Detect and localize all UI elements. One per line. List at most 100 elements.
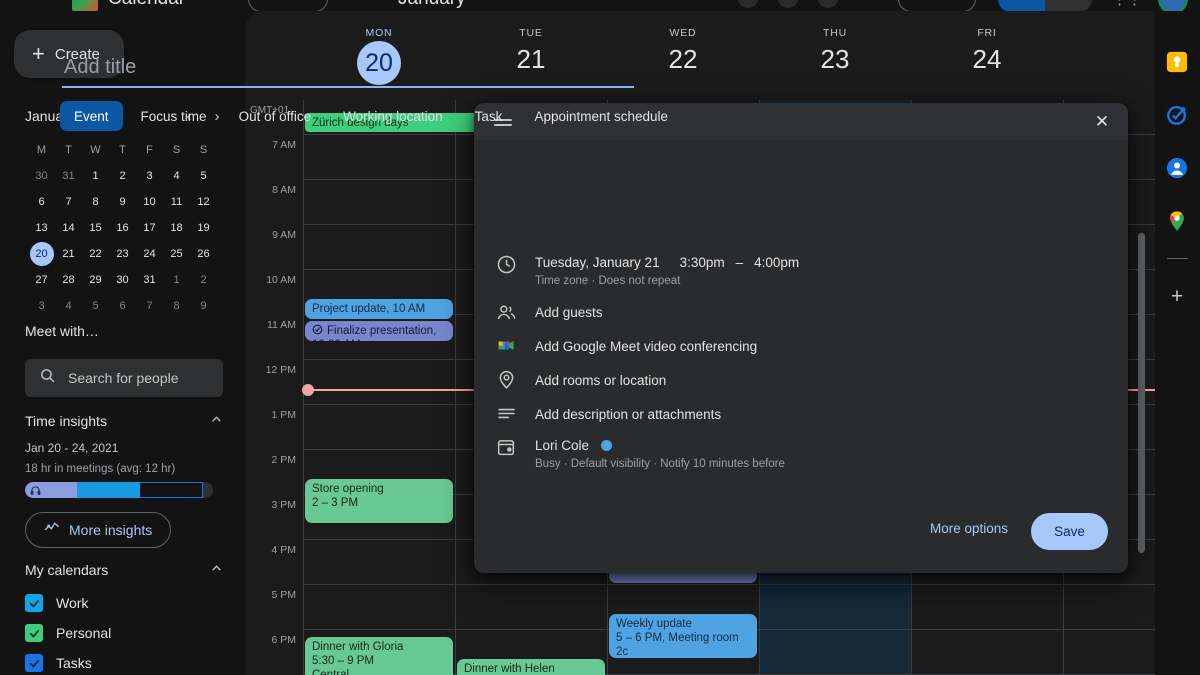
- mini-cal-day-18[interactable]: 18: [163, 215, 190, 241]
- mini-cal-day-23[interactable]: 23: [109, 241, 136, 267]
- calendar-event[interactable]: Finalize presentation, 10:30 AM: [305, 321, 453, 341]
- calendar-color-dot[interactable]: [600, 440, 612, 451]
- calendar-event[interactable]: Dinner with Gloria 5:30 – 9 PM Central: [305, 637, 453, 675]
- mini-cal-day-17[interactable]: 17: [136, 215, 163, 241]
- view-selector[interactable]: [898, 0, 976, 11]
- apps-grid-icon[interactable]: ⋮⋮: [1112, 0, 1142, 8]
- mini-cal-day-25[interactable]: 25: [163, 241, 190, 267]
- mini-cal-day-2[interactable]: 2: [190, 267, 217, 293]
- mini-cal-day-2[interactable]: 2: [109, 163, 136, 189]
- mini-cal-day-21[interactable]: 21: [55, 241, 82, 267]
- mini-cal-day-8[interactable]: 8: [82, 189, 109, 215]
- mini-cal-day-3[interactable]: 3: [136, 163, 163, 189]
- event-type-tab-appointment-schedule[interactable]: Appointment schedule: [520, 101, 682, 131]
- add-guests-field[interactable]: Add guests: [535, 303, 603, 322]
- mini-cal-day-16[interactable]: 16: [109, 215, 136, 241]
- time-insights-header[interactable]: Time insights: [25, 413, 223, 429]
- mini-cal-day-5[interactable]: 5: [190, 163, 217, 189]
- checkbox-work[interactable]: [25, 594, 43, 612]
- mini-cal-day-7[interactable]: 7: [55, 189, 82, 215]
- time-insights-bar[interactable]: [25, 482, 213, 498]
- mini-cal-day-1[interactable]: 1: [82, 163, 109, 189]
- add-location-field[interactable]: Add rooms or location: [535, 371, 666, 390]
- event-type-tab-event[interactable]: Event: [60, 101, 123, 131]
- calendar-event[interactable]: Store opening 2 – 3 PM: [305, 479, 453, 523]
- mini-cal-day-14[interactable]: 14: [55, 215, 82, 241]
- add-app-plus-icon[interactable]: +: [1166, 286, 1188, 308]
- event-start-time[interactable]: 3:30pm: [680, 253, 725, 272]
- chevron-up-icon[interactable]: [210, 413, 223, 429]
- event-type-tab-working-location[interactable]: Working location: [329, 101, 457, 131]
- calendar-item-work[interactable]: Work: [25, 594, 88, 612]
- search-people-input[interactable]: Search for people: [25, 359, 223, 397]
- chevron-up-icon[interactable]: [210, 562, 223, 578]
- calendar-scrollbar[interactable]: [1138, 233, 1145, 553]
- close-icon[interactable]: ✕: [1090, 110, 1114, 134]
- event-title-input[interactable]: [62, 52, 634, 88]
- mini-cal-day-31[interactable]: 31: [136, 267, 163, 293]
- layout-toggle[interactable]: [998, 0, 1092, 11]
- mini-cal-day-6[interactable]: 6: [109, 293, 136, 319]
- mini-cal-day-7[interactable]: 7: [136, 293, 163, 319]
- google-tasks-icon[interactable]: [1166, 104, 1188, 126]
- add-description-field[interactable]: Add description or attachments: [535, 405, 721, 424]
- mini-cal-day-4[interactable]: 4: [163, 163, 190, 189]
- day-header-fri[interactable]: FRI 24: [911, 27, 1063, 75]
- event-type-tab-task[interactable]: Task: [461, 101, 517, 131]
- mini-cal-day-29[interactable]: 29: [82, 267, 109, 293]
- more-insights-button[interactable]: More insights: [25, 512, 172, 548]
- calendar-event[interactable]: Dinner with Helen6 – 9 PM: [457, 659, 605, 675]
- event-owner-row[interactable]: Lori Cole Busy · Default visibility · No…: [535, 436, 785, 473]
- mini-cal-day-9[interactable]: 9: [109, 189, 136, 215]
- event-end-time[interactable]: 4:00pm: [754, 253, 799, 272]
- event-type-tab-focus-time[interactable]: Focus time: [127, 101, 221, 131]
- mini-cal-day-10[interactable]: 10: [136, 189, 163, 215]
- help-icon[interactable]: [778, 0, 798, 8]
- event-type-tab-out-of-office[interactable]: Out of office: [225, 101, 326, 131]
- event-when[interactable]: Tuesday, January 21 3:30pm – 4:00pm Time…: [535, 253, 799, 290]
- today-button[interactable]: [248, 0, 328, 11]
- mini-cal-day-4[interactable]: 4: [55, 293, 82, 319]
- avatar[interactable]: [1158, 0, 1188, 11]
- my-calendars-header[interactable]: My calendars: [25, 562, 223, 578]
- mini-cal-day-30[interactable]: 30: [28, 163, 55, 189]
- more-options-button[interactable]: More options: [930, 521, 1008, 536]
- mini-cal-day-1[interactable]: 1: [163, 267, 190, 293]
- event-date[interactable]: Tuesday, January 21: [535, 253, 660, 272]
- mini-cal-day-24[interactable]: 24: [136, 241, 163, 267]
- add-meet-field[interactable]: Add Google Meet video conferencing: [535, 337, 757, 356]
- mini-cal-day-8[interactable]: 8: [163, 293, 190, 319]
- event-visibility-sub[interactable]: Busy · Default visibility · Notify 10 mi…: [535, 456, 785, 473]
- google-maps-icon[interactable]: [1166, 210, 1188, 232]
- event-timezone-repeat[interactable]: Time zone · Does not repeat: [535, 273, 799, 290]
- checkbox-personal[interactable]: [25, 624, 43, 642]
- search-icon[interactable]: [738, 0, 758, 8]
- mini-cal-day-13[interactable]: 13: [28, 215, 55, 241]
- checkbox-tasks[interactable]: [25, 654, 43, 672]
- mini-cal-day-22[interactable]: 22: [82, 241, 109, 267]
- mini-cal-day-31[interactable]: 31: [55, 163, 82, 189]
- day-header-number[interactable]: 23: [759, 44, 911, 75]
- mini-cal-day-5[interactable]: 5: [82, 293, 109, 319]
- calendar-item-personal[interactable]: Personal: [25, 624, 111, 642]
- mini-cal-day-28[interactable]: 28: [55, 267, 82, 293]
- calendar-event[interactable]: Weekly update 5 – 6 PM, Meeting room 2c: [609, 614, 757, 658]
- calendar-event[interactable]: Project update, 10 AM: [305, 299, 453, 319]
- mini-cal-day-11[interactable]: 11: [163, 189, 190, 215]
- mini-cal-day-12[interactable]: 12: [190, 189, 217, 215]
- day-header-number[interactable]: 24: [911, 44, 1063, 75]
- google-keep-icon[interactable]: [1166, 51, 1188, 73]
- google-contacts-icon[interactable]: [1166, 157, 1188, 179]
- day-header-thu[interactable]: THU 23: [759, 27, 911, 75]
- settings-gear-icon[interactable]: [818, 0, 838, 8]
- mini-cal-day-30[interactable]: 30: [109, 267, 136, 293]
- mini-cal-day-26[interactable]: 26: [190, 241, 217, 267]
- mini-cal-day-9[interactable]: 9: [190, 293, 217, 319]
- mini-cal-day-27[interactable]: 27: [28, 267, 55, 293]
- calendar-item-tasks[interactable]: Tasks: [25, 654, 92, 672]
- mini-cal-day-19[interactable]: 19: [190, 215, 217, 241]
- mini-cal-day-6[interactable]: 6: [28, 189, 55, 215]
- mini-cal-day-15[interactable]: 15: [82, 215, 109, 241]
- mini-cal-day-20[interactable]: 20: [28, 241, 55, 267]
- save-button[interactable]: Save: [1031, 513, 1108, 550]
